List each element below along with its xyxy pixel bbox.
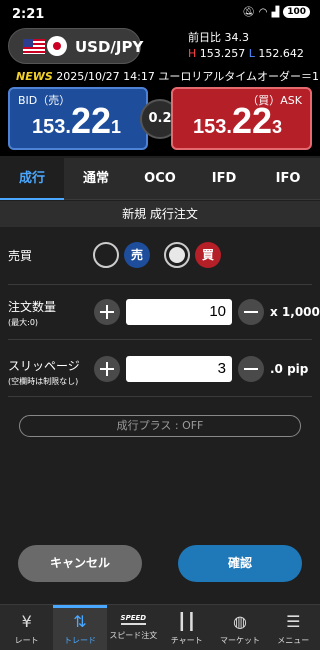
jp-flag-icon bbox=[47, 36, 67, 56]
swap-arrows-icon: ⇅ bbox=[73, 612, 87, 631]
market-plus-toggle[interactable]: 成行プラス : OFF bbox=[19, 415, 301, 437]
cancel-button[interactable]: キャンセル bbox=[18, 545, 142, 582]
nav-speed-order[interactable]: SPEED スピード注文 bbox=[107, 605, 160, 650]
divider bbox=[8, 339, 312, 340]
nav-trade-label: トレード bbox=[63, 636, 96, 645]
candlestick-icon: ┃┃ bbox=[177, 612, 197, 631]
bid-price: 153.221 bbox=[32, 100, 121, 142]
bid-quote-button[interactable]: BID（売） 153.221 bbox=[8, 87, 148, 150]
ask-quote-button[interactable]: （買）ASK 153.223 bbox=[171, 87, 312, 150]
news-ticker[interactable]: NEWS 2025/10/27 14:17 ユーロリアルタイムオーダー＝1. bbox=[0, 68, 320, 84]
high-label: H bbox=[188, 47, 197, 60]
wifi-icon: ◠ bbox=[258, 6, 268, 18]
tab-limit[interactable]: 通常 bbox=[64, 158, 128, 200]
nav-market[interactable]: ◍ マーケット bbox=[213, 605, 266, 650]
sell-badge[interactable]: 売 bbox=[124, 242, 150, 268]
nav-rate-label: レート bbox=[14, 636, 39, 645]
buy-badge[interactable]: 買 bbox=[195, 242, 221, 268]
ask-price-prefix: 153. bbox=[193, 116, 232, 138]
ask-price-pip: 3 bbox=[271, 117, 282, 137]
news-tag: NEWS bbox=[16, 70, 53, 83]
quantity-decrease-button[interactable] bbox=[238, 299, 264, 325]
tab-oco[interactable]: OCO bbox=[128, 158, 192, 200]
quantity-max-label: (最大:0) bbox=[8, 318, 39, 327]
prev-day-change: 前日比 34.3 bbox=[188, 30, 304, 46]
side-label: 売買 bbox=[8, 249, 33, 263]
status-bar: 2:21 🔕︎ ◠ ▟ 100 bbox=[0, 0, 320, 28]
slippage-label: スリッページ bbox=[8, 359, 80, 373]
nav-chart-label: チャート bbox=[170, 636, 203, 645]
nav-menu-label: メニュー bbox=[277, 636, 310, 645]
quantity-label: 注文数量 bbox=[8, 300, 57, 314]
bid-price-big: 22 bbox=[70, 100, 111, 141]
nav-trade[interactable]: ⇅ トレード bbox=[53, 605, 107, 650]
bottom-nav: ¥ レート ⇅ トレード SPEED スピード注文 ┃┃ チャート ◍ マーケッ… bbox=[0, 604, 320, 650]
sell-radio[interactable] bbox=[93, 242, 119, 268]
quote-panel: BID（売） 153.221 0.2 （買）ASK 153.223 bbox=[0, 84, 320, 156]
order-type-tabs: 成行 通常 OCO IFD IFO bbox=[0, 158, 320, 200]
quantity-label-block: 注文数量 (最大:0) bbox=[8, 298, 56, 328]
slippage-note: (空欄時は制限なし) bbox=[8, 377, 79, 386]
divider bbox=[8, 284, 312, 285]
buy-radio[interactable] bbox=[164, 242, 190, 268]
signal-icon: ▟ bbox=[271, 6, 280, 18]
yen-coin-icon: ¥ bbox=[21, 612, 32, 631]
price-stats: 前日比 34.3 H 153.257 L 152.642 bbox=[188, 30, 304, 62]
nav-chart[interactable]: ┃┃ チャート bbox=[160, 605, 213, 650]
quantity-unit: x 1,000 bbox=[270, 305, 320, 319]
prev-day-value: 34.3 bbox=[224, 31, 250, 44]
high-low: H 153.257 L 152.642 bbox=[188, 46, 304, 62]
tab-market[interactable]: 成行 bbox=[0, 158, 64, 200]
nav-speed-label: スピード注文 bbox=[109, 631, 158, 640]
us-flag-icon bbox=[23, 39, 45, 54]
slippage-decrease-button[interactable] bbox=[238, 356, 264, 382]
quantity-input[interactable]: 10 bbox=[126, 299, 232, 325]
ask-price-big: 22 bbox=[231, 100, 272, 141]
battery-icon: 100 bbox=[283, 6, 310, 18]
confirm-button[interactable]: 確認 bbox=[178, 545, 302, 582]
nav-market-label: マーケット bbox=[219, 636, 260, 645]
status-icons: 🔕︎ ◠ ▟ 100 bbox=[242, 6, 310, 18]
quantity-increase-button[interactable] bbox=[94, 299, 120, 325]
slippage-increase-button[interactable] bbox=[94, 356, 120, 382]
prev-day-label: 前日比 bbox=[188, 31, 221, 44]
currency-pair-label: USD/JPY bbox=[75, 38, 144, 56]
high-value: 153.257 bbox=[199, 47, 246, 60]
slippage-input[interactable]: 3 bbox=[126, 356, 232, 382]
nav-rate[interactable]: ¥ レート bbox=[0, 605, 53, 650]
tab-ifd[interactable]: IFD bbox=[192, 158, 256, 200]
ask-price: 153.223 bbox=[193, 100, 282, 142]
tab-ifo[interactable]: IFO bbox=[256, 158, 320, 200]
hamburger-menu-icon: ☰ bbox=[286, 612, 301, 631]
mute-icon: 🔕︎ bbox=[242, 6, 255, 18]
news-text: 2025/10/27 14:17 ユーロリアルタイムオーダー＝1. bbox=[56, 70, 320, 83]
currency-pair-button[interactable]: USD/JPY bbox=[8, 28, 144, 64]
slippage-unit: .0 pip bbox=[270, 362, 309, 376]
low-label: L bbox=[248, 47, 255, 60]
bid-price-pip: 1 bbox=[110, 117, 121, 137]
speed-icon: SPEED bbox=[120, 613, 147, 625]
clock: 2:21 bbox=[12, 7, 45, 22]
nav-menu[interactable]: ☰ メニュー bbox=[267, 605, 320, 650]
order-subtitle: 新規 成行注文 bbox=[0, 201, 320, 227]
bid-price-prefix: 153. bbox=[32, 116, 71, 138]
divider bbox=[8, 396, 312, 397]
low-value: 152.642 bbox=[258, 47, 304, 60]
globe-icon: ◍ bbox=[232, 612, 247, 631]
slippage-label-block: スリッページ (空欄時は制限なし) bbox=[8, 357, 80, 387]
